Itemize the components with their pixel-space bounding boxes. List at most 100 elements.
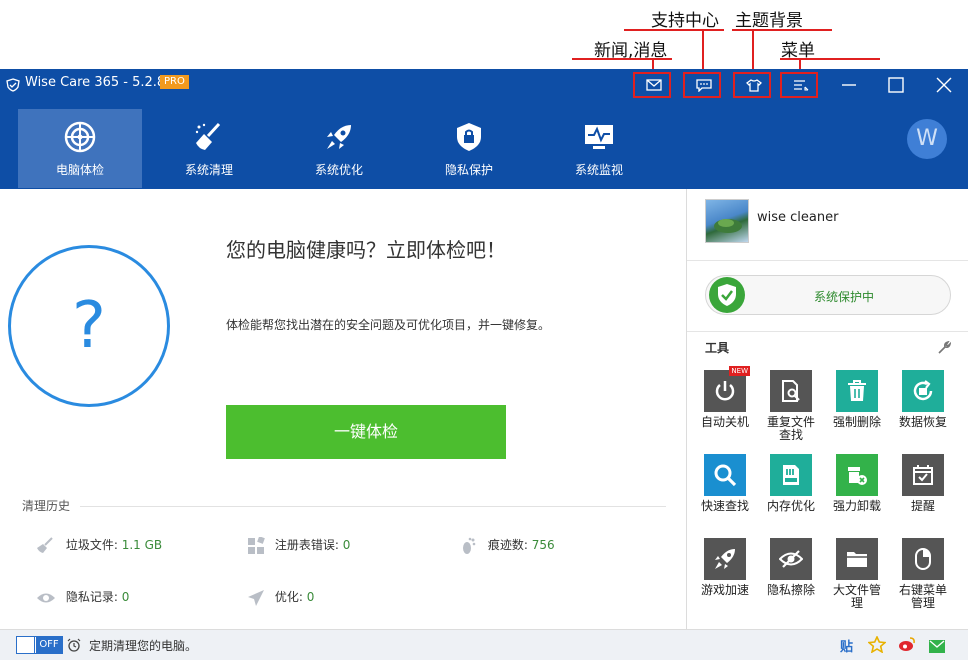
optimize-label: 优化: xyxy=(274,590,303,604)
history-privacy: 隐私记录: 0 xyxy=(36,588,129,607)
side-divider-top xyxy=(687,260,968,261)
tool-reminder[interactable]: 提醒 xyxy=(890,454,956,513)
tool-memory-optimize[interactable]: 内存优化 xyxy=(758,454,824,513)
registry-icon xyxy=(248,535,265,554)
tool-data-recovery[interactable]: 数据恢复 xyxy=(890,370,956,429)
rocket-nav-icon xyxy=(327,125,351,149)
tab-privacy-protect-label: 隐私保护 xyxy=(444,163,493,177)
footer-bar: OFF 定期清理您的电脑。 贴 xyxy=(0,629,968,660)
tool-label: 内存优化 xyxy=(766,499,815,513)
avatar[interactable]: W xyxy=(907,119,947,159)
junk-label: 垃圾文件: xyxy=(65,538,118,552)
monitor-icon xyxy=(585,125,613,149)
mouse-icon xyxy=(915,548,931,570)
tool-quick-search[interactable]: 快速查找 xyxy=(692,454,758,513)
mail-icon xyxy=(646,79,662,91)
title-bar: Wise Care 365 - 5.2.8 PRO xyxy=(0,69,968,99)
trash-icon xyxy=(848,380,866,401)
tool-auto-shutdown[interactable]: NEW 自动关机 xyxy=(692,366,758,429)
tab-system-monitor[interactable]: 系统监视 xyxy=(537,109,661,188)
calendar-icon xyxy=(913,465,933,485)
annotation-news-underline xyxy=(572,58,672,60)
history-registry: 注册表错误: 0 xyxy=(247,535,350,555)
tool-label: 自动关机 xyxy=(700,415,749,429)
wrench-icon[interactable] xyxy=(937,340,952,359)
privacy-label: 隐私记录: xyxy=(65,590,118,604)
history-junk: 垃圾文件: 1.1 GB xyxy=(36,536,162,555)
uninstall-icon xyxy=(848,467,867,485)
side-divider-tools xyxy=(687,331,968,332)
weibo-icon[interactable] xyxy=(898,636,916,657)
description: 体检能帮您找出潜在的安全问题及可优化项目，并一键修复。 xyxy=(226,318,551,332)
menu-button[interactable] xyxy=(780,72,818,98)
news-button[interactable] xyxy=(633,72,671,98)
broom-small-icon xyxy=(37,536,53,553)
health-circle: ? xyxy=(8,245,170,407)
island-image-icon xyxy=(714,219,742,233)
tieba-icon[interactable]: 贴 xyxy=(840,636,853,655)
scan-button[interactable]: 一键体检 xyxy=(226,405,506,459)
power-icon xyxy=(715,381,735,401)
email-share-icon[interactable] xyxy=(929,638,945,657)
new-badge: NEW xyxy=(729,366,750,376)
chat-icon xyxy=(696,79,712,92)
annotation-menu-underline xyxy=(780,58,880,60)
theme-button[interactable] xyxy=(733,72,771,98)
history-divider xyxy=(80,506,666,507)
avatar-letter: W xyxy=(916,126,938,151)
support-button[interactable] xyxy=(683,72,721,98)
recover-icon xyxy=(913,380,933,401)
tab-system-optimize[interactable]: 系统优化 xyxy=(277,109,401,188)
protection-label: 系统保护中 xyxy=(814,290,875,304)
tool-duplicate-finder[interactable]: 重复文件 查找 xyxy=(758,370,824,442)
traces-label: 痕迹数: xyxy=(487,538,528,552)
tool-privacy-erase[interactable]: 隐私擦除 xyxy=(758,538,824,597)
tool-label: 游戏加速 xyxy=(700,583,749,597)
tool-label: 强制删除 xyxy=(832,415,881,429)
headline: 您的电脑健康吗？立即体检吧！ xyxy=(226,238,506,262)
close-button[interactable] xyxy=(933,74,955,96)
annotation-theme-connector xyxy=(752,29,754,72)
main-nav: 电脑体检 系统清理 系统优化 隐私保护 系统监视 W xyxy=(0,99,968,189)
close-icon xyxy=(936,77,952,93)
broom-icon xyxy=(195,122,221,150)
schedule-text: 定期清理您的电脑。 xyxy=(89,639,198,653)
tab-privacy-protect[interactable]: 隐私保护 xyxy=(407,109,531,188)
tab-system-clean[interactable]: 系统清理 xyxy=(147,109,271,188)
tool-label: 快速查找 xyxy=(700,499,749,513)
alarm-clock-icon xyxy=(67,637,81,656)
history-traces: 痕迹数: 756 xyxy=(460,536,555,555)
pro-badge: PRO xyxy=(160,75,189,89)
tool-label: 提醒 xyxy=(910,499,935,513)
maximize-button[interactable] xyxy=(885,74,907,96)
tab-system-monitor-label: 系统监视 xyxy=(574,163,623,177)
shield-lock-icon xyxy=(457,123,481,151)
schedule-toggle[interactable]: OFF xyxy=(16,636,63,654)
shirt-icon xyxy=(746,79,762,92)
tools-title: 工具 xyxy=(705,341,730,355)
tab-system-clean-label: 系统清理 xyxy=(184,163,233,177)
tab-pc-checkup[interactable]: 电脑体检 xyxy=(18,109,142,188)
tool-large-file-manager[interactable]: 大文件管 理 xyxy=(824,538,890,610)
question-mark-icon: ? xyxy=(72,289,106,363)
maximize-icon xyxy=(888,77,904,93)
tab-pc-checkup-label: 电脑体检 xyxy=(55,163,104,177)
tool-force-uninstall[interactable]: 强力卸载 xyxy=(824,454,890,513)
memory-icon xyxy=(783,465,799,485)
user-avatar-image[interactable] xyxy=(705,199,749,243)
star-icon[interactable] xyxy=(867,635,887,657)
history-optimize: 优化: 0 xyxy=(247,588,314,607)
tool-context-menu-manager[interactable]: 右键菜单 管理 xyxy=(890,538,956,610)
tool-force-delete[interactable]: 强制删除 xyxy=(824,370,890,429)
folder-icon xyxy=(847,552,867,567)
app-logo-icon xyxy=(6,77,20,96)
protection-status[interactable]: 系统保护中 xyxy=(705,275,951,315)
toggle-state-bg: OFF xyxy=(36,637,62,653)
tool-label: 大文件管 理 xyxy=(832,583,881,610)
tool-game-boost[interactable]: 游戏加速 xyxy=(692,538,758,597)
tool-label: 右键菜单 管理 xyxy=(898,583,947,610)
minimize-button[interactable] xyxy=(838,74,860,96)
tab-system-optimize-label: 系统优化 xyxy=(314,163,363,177)
eye-icon xyxy=(37,593,55,602)
toggle-knob xyxy=(17,637,35,653)
